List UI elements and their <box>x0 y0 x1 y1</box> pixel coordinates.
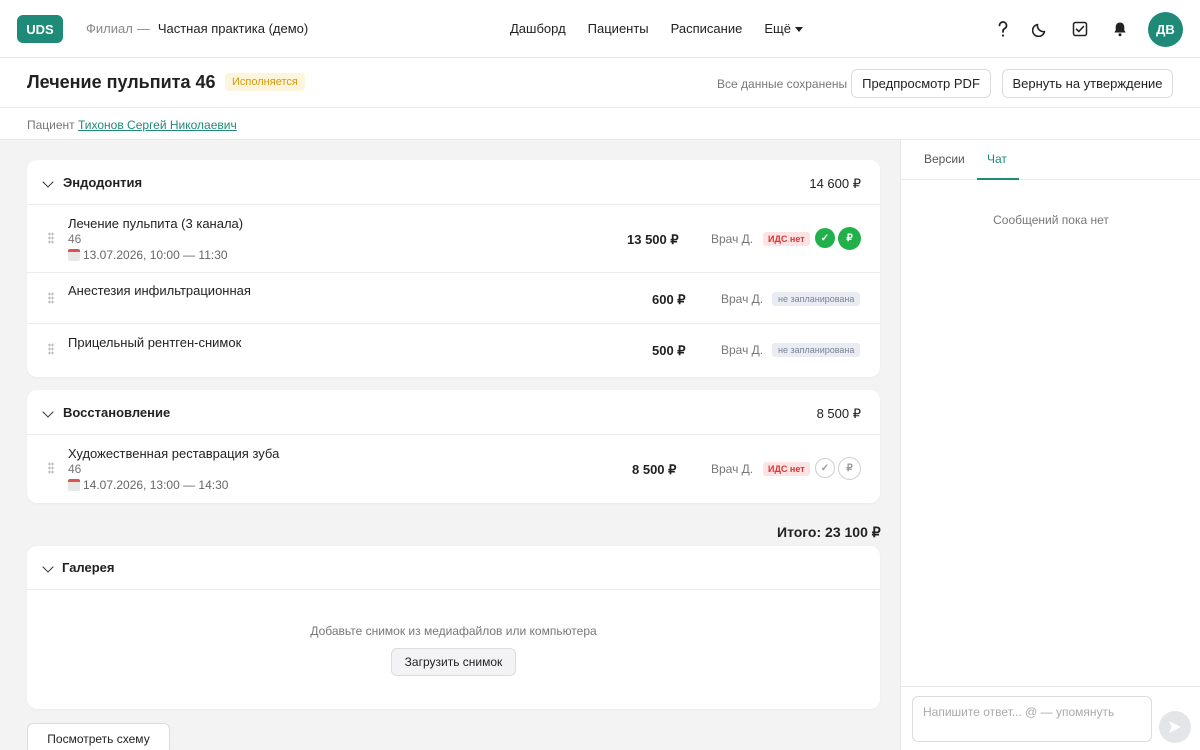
practice-name: Частная практика (демо) <box>157 21 309 36</box>
section-title: Восстановление <box>63 405 171 420</box>
section-sum: 8 500 ₽ <box>816 406 861 421</box>
send-icon[interactable] <box>1159 711 1191 743</box>
upload-photo-button[interactable]: Загрузить снимок <box>391 648 516 676</box>
moon-icon[interactable] <box>1031 20 1049 38</box>
drag-handle-icon[interactable] <box>48 462 54 474</box>
patient-label: Пациент <box>27 118 75 132</box>
gallery-hint: Добавьте снимок из медиафайлов или компь… <box>310 624 597 638</box>
return-for-approval-button[interactable]: Вернуть на утверждение <box>1002 69 1173 98</box>
list-item[interactable]: Анестезия инфильтрационная 600 ₽ Врач Д.… <box>27 273 880 324</box>
service-name: Анестезия инфильтрационная <box>68 283 251 298</box>
service-price: 8 500 ₽ <box>632 462 677 477</box>
appointment-date: 13.07.2026, 10:00 — 11:30 <box>68 248 228 262</box>
patient-link[interactable]: Тихонов Сергей Николаевич <box>78 118 237 132</box>
chat-empty-message: Сообщений пока нет <box>993 213 1109 227</box>
branch-dash: — <box>136 21 150 36</box>
branch-label: Филиал <box>86 21 133 36</box>
panel-tabs: Версии Чат <box>901 140 1200 180</box>
not-scheduled-badge: не запланирована <box>772 292 861 306</box>
doctor-name[interactable]: Врач Д. <box>711 232 753 246</box>
grand-total: Итого: 23 100 ₽ <box>777 524 881 540</box>
page-title: Лечение пульпита 46 <box>27 72 216 92</box>
calendar-icon <box>68 249 80 261</box>
tasks-icon[interactable] <box>1071 20 1089 38</box>
doctor-name[interactable]: Врач Д. <box>711 462 753 476</box>
calendar-icon <box>68 479 80 491</box>
doctor-name[interactable]: Врач Д. <box>721 343 763 357</box>
help-icon[interactable] <box>994 20 1012 38</box>
view-schema-button[interactable]: Посмотреть схему <box>27 723 170 750</box>
chevron-down-icon[interactable] <box>42 406 54 418</box>
list-item[interactable]: Художественная реставрация зуба 46 14.07… <box>27 435 880 503</box>
nav-patients[interactable]: Пациенты <box>588 21 649 36</box>
avatar[interactable]: ДВ <box>1148 12 1183 47</box>
chevron-down-icon[interactable] <box>42 176 54 188</box>
drag-handle-icon[interactable] <box>48 343 54 355</box>
nav-dashboard[interactable]: Дашборд <box>510 21 566 36</box>
consent-missing-badge: ИДС нет <box>763 232 810 246</box>
section-sum: 14 600 ₽ <box>809 176 861 191</box>
service-name: Художественная реставрация зуба <box>68 446 280 461</box>
tab-versions[interactable]: Версии <box>924 152 965 166</box>
main-nav: Дашборд Пациенты Расписание Ещё <box>510 21 825 36</box>
section-header[interactable]: Восстановление 8 500 ₽ <box>27 390 880 435</box>
paid-ruble-icon[interactable]: ₽ <box>838 457 861 480</box>
tooth-number: 46 <box>68 462 82 476</box>
logo[interactable]: UDS <box>17 15 63 43</box>
section-header[interactable]: Эндодонтия 14 600 ₽ <box>27 160 880 205</box>
reply-area <box>901 686 1200 750</box>
section-card-endodontics: Эндодонтия 14 600 ₽ Лечение пульпита (3 … <box>27 160 880 377</box>
drag-handle-icon[interactable] <box>48 232 54 244</box>
tab-chat[interactable]: Чат <box>987 152 1007 166</box>
nav-schedule[interactable]: Расписание <box>671 21 743 36</box>
appointment-date-text: 14.07.2026, 13:00 — 14:30 <box>83 478 229 492</box>
service-price: 13 500 ₽ <box>627 232 679 247</box>
service-name: Прицельный рентген-снимок <box>68 335 242 350</box>
page-header: Лечение пульпита 46 Исполняется Все данн… <box>0 58 1200 108</box>
side-panel: Версии Чат Сообщений пока нет <box>900 140 1200 750</box>
bell-icon[interactable] <box>1111 20 1129 38</box>
service-name: Лечение пульпита (3 канала) <box>68 216 244 231</box>
appointment-date: 14.07.2026, 13:00 — 14:30 <box>68 478 228 492</box>
done-check-icon[interactable]: ✓ <box>815 458 835 478</box>
active-tab-indicator <box>977 178 1019 180</box>
paid-ruble-icon[interactable]: ₽ <box>838 227 861 250</box>
save-status: Все данные сохранены <box>717 77 848 91</box>
doctor-name[interactable]: Врач Д. <box>721 292 763 306</box>
gallery-title: Галерея <box>62 560 115 575</box>
status-badge: Исполняется <box>225 73 305 91</box>
gallery-card: Галерея Добавьте снимок из медиафайлов и… <box>27 546 880 709</box>
list-item[interactable]: Прицельный рентген-снимок 500 ₽ Врач Д. … <box>27 324 880 377</box>
appointment-date-text: 13.07.2026, 10:00 — 11:30 <box>83 248 228 262</box>
nav-more-dropdown[interactable]: Ещё <box>764 21 803 36</box>
tooth-number: 46 <box>68 232 82 246</box>
consent-missing-badge: ИДС нет <box>763 462 810 476</box>
not-scheduled-badge: не запланирована <box>772 343 861 357</box>
gallery-header[interactable]: Галерея <box>27 546 880 590</box>
branch-selector[interactable]: Филиал — Частная практика (демо) <box>86 21 308 36</box>
top-navbar: UDS Филиал — Частная практика (демо) Дашбо… <box>0 0 1200 58</box>
service-price: 600 ₽ <box>652 292 686 307</box>
chat-reply-input[interactable] <box>912 696 1152 742</box>
list-item[interactable]: Лечение пульпита (3 канала) 46 13.07.202… <box>27 205 880 273</box>
drag-handle-icon[interactable] <box>48 292 54 304</box>
service-price: 500 ₽ <box>652 343 686 358</box>
pdf-preview-button[interactable]: Предпросмотр PDF <box>851 69 991 98</box>
section-card-restoration: Восстановление 8 500 ₽ Художественная ре… <box>27 390 880 503</box>
chevron-down-icon[interactable] <box>42 561 54 573</box>
done-check-icon[interactable]: ✓ <box>815 228 835 248</box>
section-title: Эндодонтия <box>63 175 143 190</box>
patient-bar: Пациент Тихонов Сергей Николаевич <box>0 108 1200 140</box>
